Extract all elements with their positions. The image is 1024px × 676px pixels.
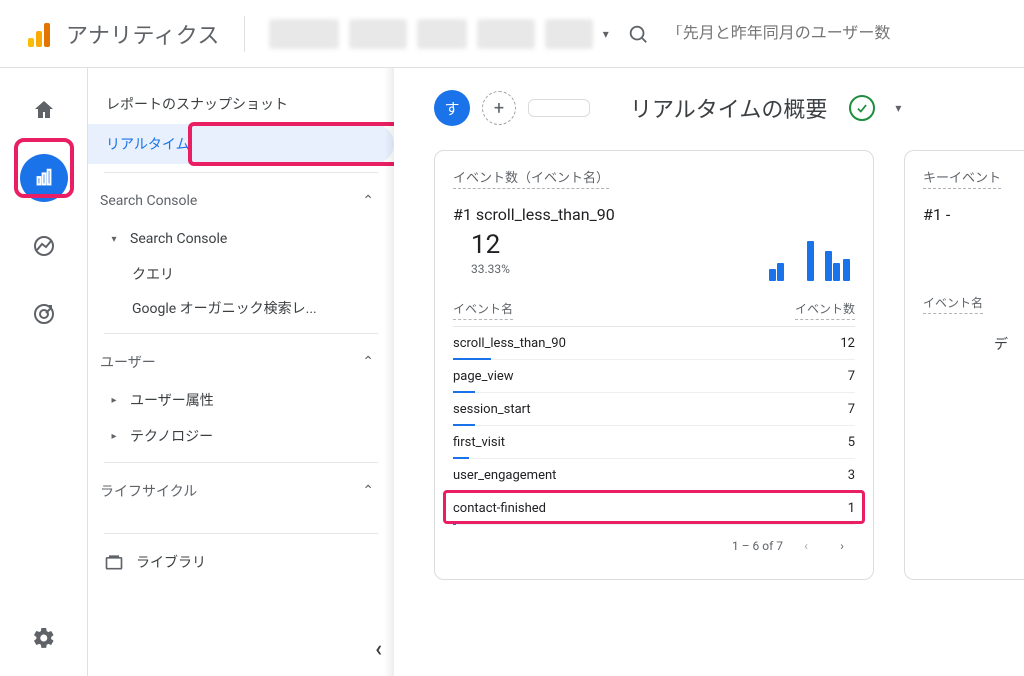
nav-group-user-attributes[interactable]: ▸ ユーザー属性 [88, 382, 394, 418]
divider [104, 172, 378, 173]
page-header: す + リアルタイムの概要 ▾ [394, 68, 1024, 144]
cell-event-name: page_view [453, 369, 514, 384]
col-event-count[interactable]: イベント数 [795, 300, 855, 320]
table-row[interactable]: contact-finished 1 [453, 492, 855, 525]
nav-library[interactable]: ライブラリ [88, 542, 394, 582]
col-event-name[interactable]: イベント名 [453, 300, 513, 320]
add-comparison-button[interactable]: + [482, 91, 516, 125]
nav-group-technology[interactable]: ▸ テクノロジー [88, 418, 394, 454]
nav-rail [0, 68, 88, 676]
table-pager: 1 – 6 of 7 ‹ › [453, 533, 855, 559]
rail-advertising[interactable] [20, 290, 68, 338]
card-events: イベント数（イベント名） #1 scroll_less_than_90 12 3… [434, 150, 874, 580]
divider [244, 16, 245, 52]
library-icon [104, 552, 124, 572]
redacted [349, 19, 407, 49]
truncated-text: デ [923, 334, 1008, 354]
nav-section-lifecycle[interactable]: ライフサイクル ⌃ [88, 471, 394, 511]
rail-admin[interactable] [20, 614, 68, 662]
table-row[interactable]: page_view 7 [453, 360, 855, 393]
redacted [545, 19, 593, 49]
account-picker[interactable]: ▾ [269, 19, 609, 49]
row-bar [453, 523, 456, 525]
brand[interactable]: アナリティクス [28, 18, 220, 50]
nav-group-search-console[interactable]: ▾ Search Console [88, 221, 394, 257]
table-row[interactable]: first_visit 5 [453, 426, 855, 459]
sparkline-chart [685, 237, 855, 281]
nav-section-user[interactable]: ユーザー ⌃ [88, 342, 394, 382]
table-header: イベント名 イベント数 [453, 300, 855, 327]
rail-reports[interactable] [20, 154, 68, 202]
search-input[interactable] [667, 25, 1004, 43]
cell-event-count: 1 [848, 501, 855, 516]
chip-outline [528, 99, 590, 117]
top-event-label: #1 scroll_less_than_90 [453, 205, 855, 224]
nav-leaf-queries[interactable]: クエリ [88, 257, 394, 291]
search-icon [627, 23, 649, 45]
collapse-sidebar-button[interactable]: ‹ [375, 637, 382, 662]
redacted [417, 19, 467, 49]
cell-event-count: 7 [848, 369, 855, 384]
rail-explore[interactable] [20, 222, 68, 270]
card-title[interactable]: イベント数（イベント名） [453, 167, 609, 189]
table-header: イベント名 [923, 294, 1008, 320]
pager-range: 1 – 6 of 7 [732, 539, 783, 553]
table-row[interactable]: user_engagement 3 [453, 459, 855, 492]
rail-home[interactable] [20, 86, 68, 134]
cell-event-name: session_start [453, 402, 531, 417]
divider [104, 333, 378, 334]
cell-event-count: 7 [848, 402, 855, 417]
cell-event-name: scroll_less_than_90 [453, 336, 566, 351]
cell-event-count: 5 [848, 435, 855, 450]
search[interactable] [627, 23, 1004, 45]
card-title[interactable]: キーイベント [923, 167, 1001, 189]
ga-logo-icon [28, 21, 50, 47]
redacted [269, 19, 339, 49]
nav-section-search-console[interactable]: Search Console ⌃ [88, 181, 394, 221]
chevron-up-icon: ⌃ [362, 354, 374, 370]
report-nav: レポートのスナップショット リアルタイム Search Console ⌃ ▾ … [88, 68, 394, 676]
nav-snapshot[interactable]: レポートのスナップショット [88, 84, 394, 124]
chevron-up-icon: ⌃ [362, 483, 374, 499]
divider [104, 462, 378, 463]
pager-prev[interactable]: ‹ [793, 533, 819, 559]
chevron-up-icon: ⌃ [362, 193, 374, 209]
cell-event-count: 3 [848, 468, 855, 483]
cell-event-name: first_visit [453, 435, 505, 450]
divider [104, 533, 378, 534]
nav-leaf-organic[interactable]: Google オーガニック検索レ... [88, 291, 394, 325]
card-key-events: キーイベント #1 - イベント名 デ [904, 150, 1024, 580]
caret-right-icon: ▸ [108, 395, 120, 406]
cell-event-count: 12 [840, 336, 855, 351]
nav-realtime[interactable]: リアルタイム [88, 124, 394, 164]
chevron-down-icon[interactable]: ▾ [895, 101, 901, 115]
app-title: アナリティクス [66, 18, 220, 50]
comparison-chip[interactable]: す [434, 90, 470, 126]
redacted [477, 19, 535, 49]
cell-event-name: contact-finished [453, 501, 546, 516]
caret-right-icon: ▸ [108, 431, 120, 442]
cell-event-name: user_engagement [453, 468, 556, 483]
status-ok-icon[interactable] [849, 95, 875, 121]
chevron-down-icon: ▾ [603, 27, 609, 41]
main-content: す + リアルタイムの概要 ▾ イベント数（イベント名） #1 scroll_l… [394, 68, 1024, 676]
table-row[interactable]: session_start 7 [453, 393, 855, 426]
caret-down-icon: ▾ [108, 234, 120, 245]
pager-next[interactable]: › [829, 533, 855, 559]
page-title: リアルタイムの概要 [630, 92, 827, 124]
top-event-label: #1 - [923, 205, 1008, 224]
col-event-name[interactable]: イベント名 [923, 294, 983, 314]
app-header: アナリティクス ▾ [0, 0, 1024, 68]
table-row[interactable]: scroll_less_than_90 12 [453, 327, 855, 360]
